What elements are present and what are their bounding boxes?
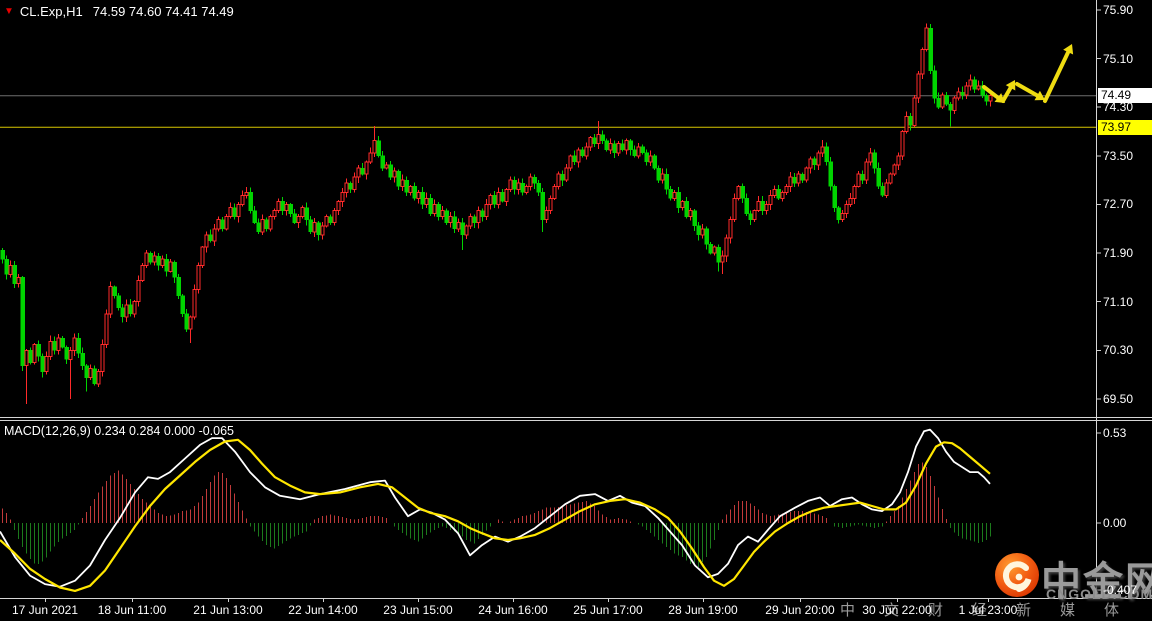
horizontal-lines[interactable]: [0, 95, 1096, 128]
symbol-timeframe-label: CL.Exp,H1: [19, 4, 83, 19]
macd-lines: [0, 428, 991, 593]
macd-tick-label: 0.00: [1103, 516, 1127, 530]
down-triangle-icon: ▼: [4, 6, 14, 17]
bid-price-box: 74.49: [1098, 88, 1152, 104]
price-tick-label: 75.90: [1103, 3, 1134, 17]
time-tick-label: 29 Jun 20:00: [765, 603, 835, 617]
level-price-box: 73.97: [1098, 119, 1152, 135]
forecast-arrows[interactable]: [982, 44, 1074, 103]
panel-separators: [0, 0, 1152, 599]
price-scale[interactable]: 74.49 73.97 75.90 75.10 74.30 73.50 72.70 71.…: [1097, 0, 1152, 598]
time-tick-label: 30 Jun 22:00: [862, 603, 932, 617]
time-tick-label: 22 Jun 14:00: [288, 603, 358, 617]
time-tick-label: 28 Jun 19:00: [668, 603, 738, 617]
ohlc-values: 74.59 74.60 74.41 74.49: [92, 4, 234, 19]
price-tick-label: 73.50: [1103, 148, 1134, 163]
price-tick-label: 69.50: [1103, 391, 1134, 406]
chart-canvas[interactable]: [0, 0, 1152, 621]
time-tick-label: 23 Jun 15:00: [383, 603, 453, 617]
price-tick-label: 71.90: [1103, 246, 1134, 261]
time-tick-label: 17 Jun 2021: [11, 603, 79, 617]
time-tick-label: 1 Jul 23:00: [958, 603, 1018, 617]
macd-tick-label: -0.407: [1103, 582, 1138, 597]
macd-indicator-label: MACD(12,26,9) 0.234 0.284 0.000 -0.065: [4, 424, 235, 438]
price-tick-label: 71.10: [1103, 294, 1134, 309]
price-tick-label: 70.30: [1103, 343, 1134, 358]
candles: [0, 23, 993, 404]
time-tick-label: 25 Jun 17:00: [573, 603, 643, 617]
symbol-header: ▼ CL.Exp,H1 74.59 74.60 74.41 74.49: [4, 4, 234, 19]
trading-chart-window: 中金网 CNGOLD.COM 中文财经新媒体 ▼ CL.Exp,H1 74.59…: [0, 0, 1152, 621]
time-tick-label: 18 Jun 11:00: [97, 603, 167, 617]
time-tick-label: 24 Jun 16:00: [478, 603, 548, 617]
macd-tick-label: 0.53: [1103, 426, 1127, 440]
price-tick-label: 72.70: [1103, 197, 1134, 212]
time-axis[interactable]: 17 Jun 2021 18 Jun 11:00 21 Jun 13:00 22 Ju…: [0, 600, 1152, 621]
time-tick-label: 21 Jun 13:00: [193, 603, 263, 617]
price-tick-label: 75.10: [1103, 51, 1134, 66]
